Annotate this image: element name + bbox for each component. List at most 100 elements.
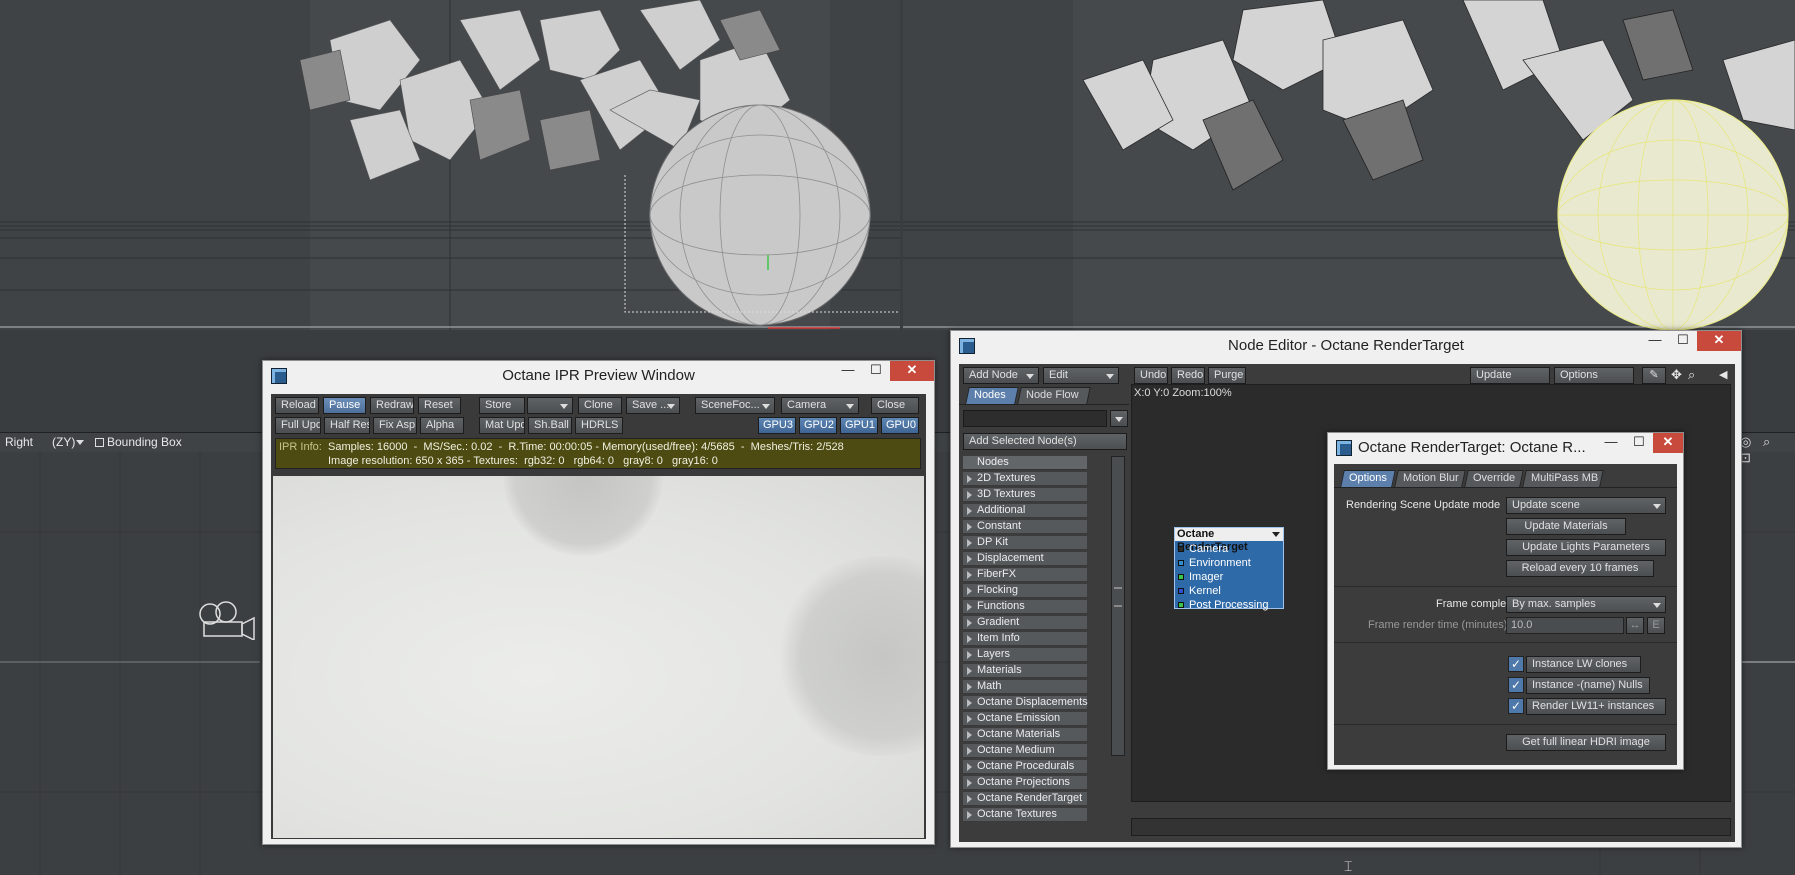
gpu1-toggle[interactable]: GPU1: [840, 417, 878, 434]
full-update-button[interactable]: Full Upd.: [275, 417, 321, 434]
zoom-icon[interactable]: ⌕: [1688, 367, 1695, 383]
camera-icon[interactable]: [196, 600, 260, 640]
node-category-item[interactable]: Displacement: [963, 552, 1087, 566]
instance-name-nulls-label[interactable]: Instance -(name) Nulls: [1526, 677, 1650, 694]
alpha-button[interactable]: Alpha: [420, 417, 464, 434]
node-input-port[interactable]: Post Processing: [1175, 599, 1283, 612]
node-category-item[interactable]: 3D Textures: [963, 488, 1087, 502]
node-tree-scrollbar[interactable]: [1111, 456, 1125, 756]
node-category-item[interactable]: 2D Textures: [963, 472, 1087, 486]
port-connector-icon[interactable]: [1178, 546, 1184, 552]
object-marker-icon[interactable]: ⌶: [1344, 858, 1352, 875]
options-button[interactable]: Options: [1554, 367, 1634, 384]
close-icon[interactable]: ✕: [1653, 433, 1683, 453]
ipr-preview-window[interactable]: Octane IPR Preview Window — ☐ ✕ Reload P…: [262, 360, 935, 845]
bounding-box-checkbox[interactable]: [95, 438, 104, 447]
render-lw11-instances-label[interactable]: Render LW11+ instances: [1526, 698, 1666, 715]
node-category-item[interactable]: Materials: [963, 664, 1087, 678]
save-dropdown[interactable]: Save ...: [626, 397, 680, 414]
instance-lw-clones-label[interactable]: Instance LW clones: [1526, 656, 1641, 673]
collapse-arrow-icon[interactable]: ◀: [1719, 368, 1727, 381]
node-category-item[interactable]: Constant: [963, 520, 1087, 534]
rendertarget-panel-window[interactable]: Octane RenderTarget: Octane R... — ☐ ✕ O…: [1327, 432, 1684, 770]
node-category-item[interactable]: Layers: [963, 648, 1087, 662]
viewport-top-left[interactable]: [0, 0, 900, 330]
viewport-top-right[interactable]: [903, 0, 1795, 330]
frame-time-input[interactable]: 10.0: [1506, 617, 1624, 634]
hdrls-button[interactable]: HDRLS: [575, 417, 623, 434]
node-category-item[interactable]: Flocking: [963, 584, 1087, 598]
instance-name-nulls-checkbox[interactable]: ✓: [1508, 677, 1524, 693]
maximize-icon[interactable]: ☐: [1669, 331, 1697, 351]
gpu2-toggle[interactable]: GPU2: [799, 417, 837, 434]
tab-node-flow[interactable]: Node Flow: [1017, 387, 1091, 404]
node-category-item[interactable]: Octane Medium: [963, 744, 1087, 758]
edit-pen-icon[interactable]: ✎: [1642, 367, 1666, 384]
gpu0-toggle[interactable]: GPU0: [881, 417, 919, 434]
node-category-item[interactable]: DP Kit: [963, 536, 1087, 550]
fix-aspect-button[interactable]: Fix Asp.: [373, 417, 417, 434]
camera-dropdown[interactable]: Camera: [781, 397, 859, 414]
minimize-icon[interactable]: —: [1597, 433, 1625, 453]
minimize-icon[interactable]: —: [834, 361, 862, 381]
reload-button[interactable]: Reload: [275, 397, 319, 414]
close-icon[interactable]: ✕: [890, 361, 934, 381]
store-button[interactable]: Store: [479, 397, 525, 414]
viewport-tool-icons[interactable]: ◎ ⌕ ⊡: [1740, 434, 1795, 465]
tab-options[interactable]: Options: [1340, 470, 1396, 487]
reload-every-button[interactable]: Reload every 10 frames: [1506, 560, 1654, 577]
node-category-item[interactable]: Octane RenderTarget: [963, 792, 1087, 806]
port-connector-icon[interactable]: [1178, 560, 1184, 566]
tab-override[interactable]: Override: [1464, 470, 1524, 487]
node-category-item[interactable]: Octane Procedurals: [963, 760, 1087, 774]
node-category-item[interactable]: Math: [963, 680, 1087, 694]
add-selected-nodes-button[interactable]: Add Selected Node(s): [963, 433, 1127, 450]
edit-dropdown[interactable]: Edit: [1043, 367, 1119, 384]
close-icon[interactable]: ✕: [1697, 331, 1741, 351]
update-mode-dropdown[interactable]: Update scene: [1506, 497, 1666, 514]
render-lw11-instances-checkbox[interactable]: ✓: [1508, 698, 1524, 714]
add-node-dropdown[interactable]: Add Node: [963, 367, 1039, 384]
minimize-icon[interactable]: —: [1641, 331, 1669, 351]
reset-button[interactable]: Reset: [418, 397, 461, 414]
redraw-button[interactable]: Redraw: [370, 397, 414, 414]
node-search-dropdown[interactable]: [1110, 410, 1128, 427]
port-connector-icon[interactable]: [1178, 602, 1184, 608]
frame-time-slider-icon[interactable]: ↔: [1626, 617, 1644, 634]
node-search-input[interactable]: [963, 410, 1107, 427]
node-category-item[interactable]: Octane Materials: [963, 728, 1087, 742]
purge-button[interactable]: Purge: [1208, 367, 1246, 384]
update-lights-button[interactable]: Update Lights Parameters: [1506, 539, 1666, 556]
port-connector-icon[interactable]: [1178, 574, 1184, 580]
node-category-item[interactable]: Gradient: [963, 616, 1087, 630]
node-input-port[interactable]: Camera: [1175, 543, 1283, 556]
node-category-item[interactable]: FiberFX: [963, 568, 1087, 582]
node-editor-title-bar[interactable]: Node Editor - Octane RenderTarget — ☐ ✕: [951, 331, 1741, 361]
store-slot-dropdown[interactable]: [527, 397, 573, 414]
octane-rendertarget-node[interactable]: Octane RenderTarget Camera Environment Ima…: [1174, 527, 1284, 612]
close-button[interactable]: Close: [871, 397, 919, 414]
redo-button[interactable]: Redo: [1171, 367, 1205, 384]
get-hdri-image-button[interactable]: Get full linear HDRI image: [1506, 734, 1666, 751]
rendertarget-title-bar[interactable]: Octane RenderTarget: Octane R... — ☐ ✕: [1328, 433, 1683, 463]
instance-lw-clones-checkbox[interactable]: ✓: [1508, 656, 1524, 672]
node-input-port[interactable]: Kernel: [1175, 585, 1283, 598]
maximize-icon[interactable]: ☐: [1625, 433, 1653, 453]
pause-button[interactable]: Pause: [323, 397, 366, 414]
node-category-item[interactable]: Additional: [963, 504, 1087, 518]
update-button[interactable]: Update: [1470, 367, 1550, 384]
tab-motion-blur[interactable]: Motion Blur: [1394, 470, 1466, 487]
node-category-item[interactable]: Octane Textures: [963, 808, 1087, 822]
node-category-item[interactable]: Octane Emission: [963, 712, 1087, 726]
shader-ball-button[interactable]: Sh.Ball: [528, 417, 572, 434]
node-category-item[interactable]: Octane Displacements: [963, 696, 1088, 710]
mat-update-button[interactable]: Mat Upd: [479, 417, 525, 434]
scene-focus-dropdown[interactable]: SceneFoc...: [695, 397, 775, 414]
ipr-render-view[interactable]: [273, 476, 924, 838]
node-collapse-icon[interactable]: [1272, 532, 1280, 537]
node-tree[interactable]: Nodes 2D Textures 3D Textures Additional Co…: [963, 456, 1107, 838]
undo-button[interactable]: Undo: [1134, 367, 1168, 384]
half-res-button[interactable]: Half Res: [324, 417, 370, 434]
node-category-item[interactable]: Octane Projections: [963, 776, 1087, 790]
port-connector-icon[interactable]: [1178, 588, 1184, 594]
